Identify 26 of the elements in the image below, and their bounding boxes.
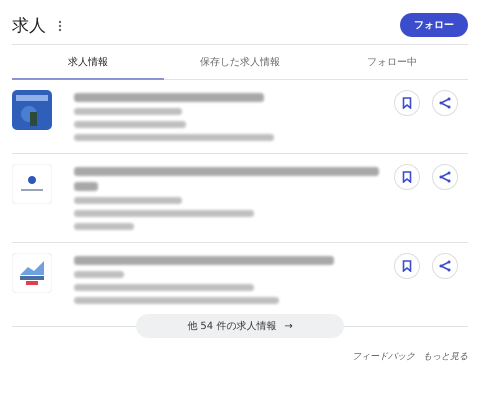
share-icon [439, 97, 451, 109]
follow-button[interactable]: フォロー [400, 13, 468, 37]
share-button[interactable] [432, 164, 458, 190]
blurred-text [74, 223, 134, 230]
tab[interactable]: 保存した求人情報 [164, 45, 316, 80]
share-button[interactable] [432, 90, 458, 116]
footer-link[interactable]: フィードバック [352, 350, 415, 363]
bookmark-button[interactable] [394, 90, 420, 116]
bookmark-icon [402, 260, 412, 272]
logo-icon [12, 253, 52, 293]
logo-icon [12, 164, 52, 204]
footer-link[interactable]: もっと見る [423, 350, 468, 363]
share-button[interactable] [432, 253, 458, 279]
share-icon [439, 260, 451, 272]
bookmark-icon [402, 97, 412, 109]
share-icon [439, 171, 451, 183]
blurred-text [74, 271, 124, 278]
blurred-text [74, 182, 98, 191]
bookmark-button[interactable] [394, 253, 420, 279]
bookmark-icon [402, 171, 412, 183]
tab[interactable]: フォロー中 [316, 45, 468, 80]
tab[interactable]: 求人情報 [12, 45, 164, 80]
section-title: 求人 [12, 14, 46, 36]
bookmark-button[interactable] [394, 164, 420, 190]
more-options-icon[interactable] [58, 20, 62, 32]
more-jobs-button[interactable]: 他 54 件の求人情報 → [136, 314, 344, 338]
